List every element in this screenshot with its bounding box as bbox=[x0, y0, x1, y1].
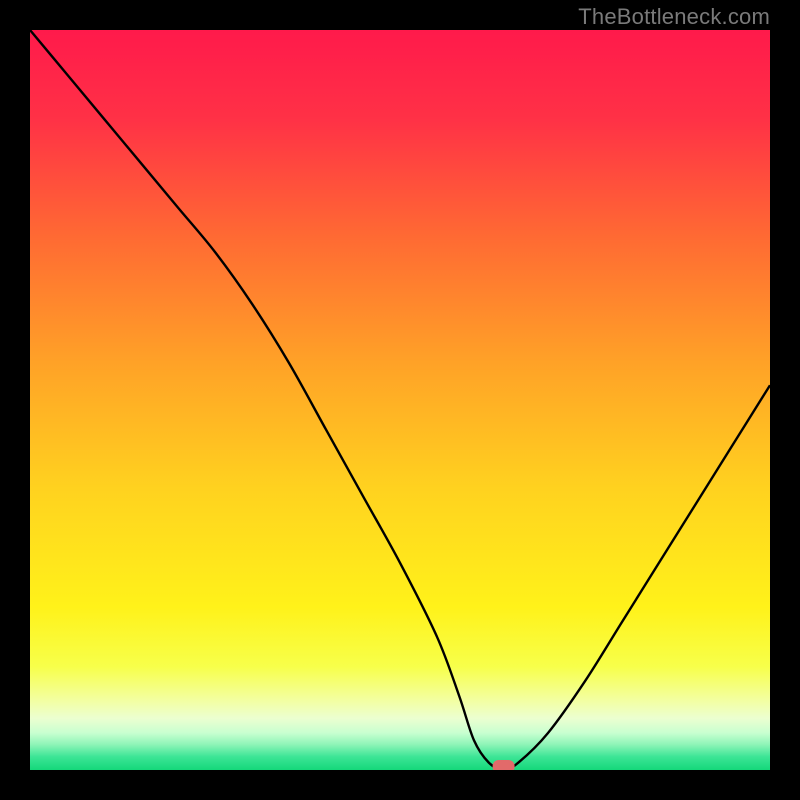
chart-frame: TheBottleneck.com bbox=[0, 0, 800, 800]
optimal-marker bbox=[493, 760, 515, 770]
gradient-background bbox=[30, 30, 770, 770]
chart-svg bbox=[30, 30, 770, 770]
attribution-text: TheBottleneck.com bbox=[578, 4, 770, 30]
plot-area bbox=[30, 30, 770, 770]
